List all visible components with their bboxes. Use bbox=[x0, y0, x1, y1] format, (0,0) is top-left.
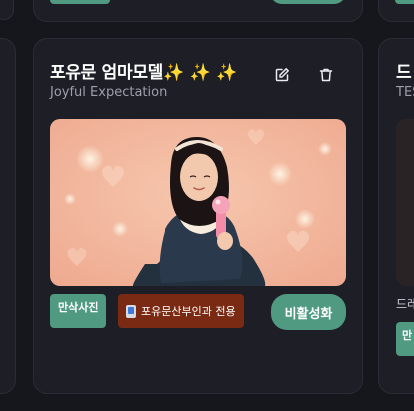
exclusive-tag: 포유문산부인과 전용 bbox=[118, 294, 244, 328]
exclusive-tag-label: 포유문산부인과 전용 bbox=[141, 305, 236, 318]
prev-row-tag bbox=[50, 0, 110, 4]
right-card-title: 드 bbox=[396, 63, 412, 83]
prev-row-button[interactable] bbox=[270, 0, 346, 4]
card-title: 포유문 엄마모델✨ ✨ ✨ bbox=[50, 63, 237, 83]
left-partial-card bbox=[0, 38, 16, 394]
category-tag: 만삭사진 bbox=[50, 294, 107, 328]
phone-icon bbox=[126, 304, 136, 318]
trash-icon bbox=[319, 68, 333, 82]
card-photo bbox=[50, 119, 346, 286]
right-card-caption: 드레 bbox=[396, 297, 414, 311]
prev-row-card-left bbox=[0, 0, 14, 20]
card-grid: 포유문 엄마모델✨ ✨ ✨ Joyful Expectation 만삭사진 포유… bbox=[0, 0, 414, 411]
card-subtitle: Joyful Expectation bbox=[50, 85, 168, 100]
delete-button[interactable] bbox=[315, 64, 337, 86]
edit-button[interactable] bbox=[271, 64, 293, 86]
deactivate-button[interactable]: 비활성화 bbox=[271, 294, 346, 330]
prev-row-right-tag bbox=[395, 0, 414, 4]
right-card-subtitle: TES bbox=[396, 85, 414, 100]
right-card-tag: 만 bbox=[396, 322, 414, 356]
edit-icon bbox=[275, 68, 289, 82]
right-card-photo bbox=[396, 119, 414, 286]
